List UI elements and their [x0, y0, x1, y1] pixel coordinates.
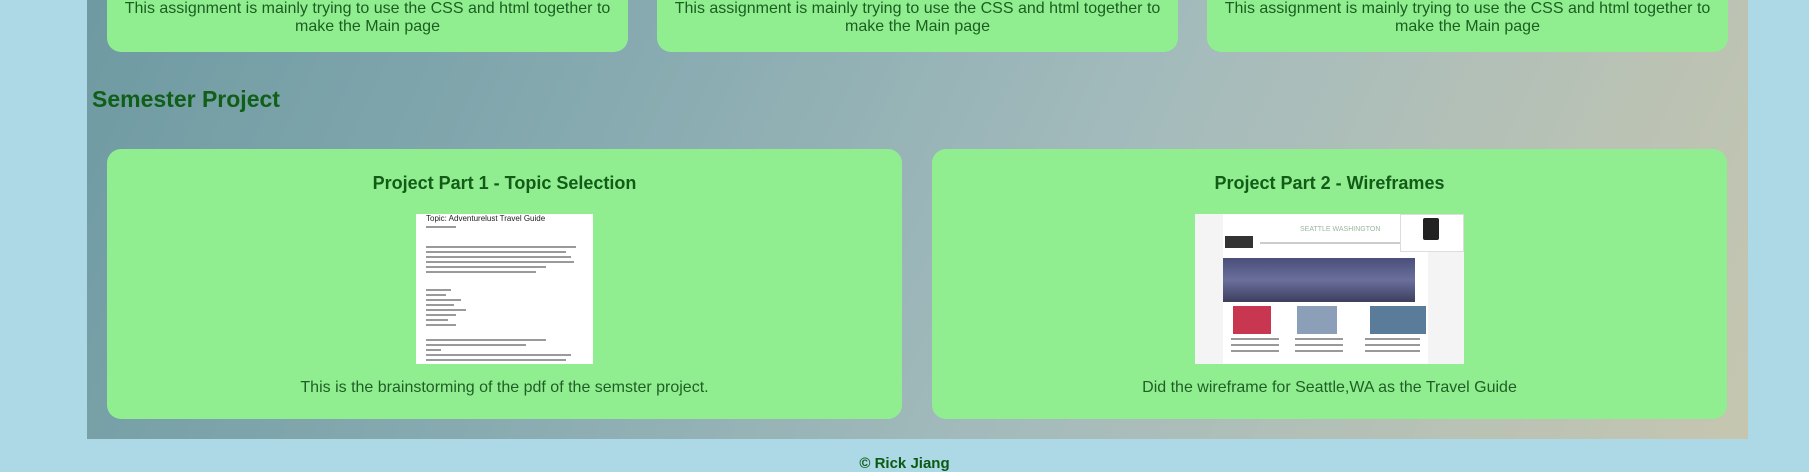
assignment-card-3: This assignment is mainly trying to use … [1207, 0, 1728, 52]
document-title: Topic: Adventurelust Travel Guide [426, 214, 546, 223]
assignment-text-line1: This assignment is mainly trying to use … [124, 0, 611, 17]
assignment-card-2: This assignment is mainly trying to use … [657, 0, 1178, 52]
assignment-text-line1: This assignment is mainly trying to use … [1224, 0, 1711, 17]
project-description: Did the wireframe for Seattle,WA as the … [1142, 379, 1517, 396]
assignment-card-1: This assignment is mainly trying to use … [107, 0, 628, 52]
assignment-text-line1: This assignment is mainly trying to use … [674, 0, 1161, 17]
project-thumbnail[interactable]: Topic: Adventurelust Travel Guide [416, 214, 593, 364]
assignment-text-line2: make the Main page [845, 18, 990, 35]
assignment-text-line2: make the Main page [1395, 18, 1540, 35]
project-description: This is the brainstorming of the pdf of … [300, 379, 709, 396]
project-title: Project Part 2 - Wireframes [1214, 173, 1445, 193]
project-title: Project Part 1 - Topic Selection [372, 173, 637, 193]
project-card-1: Project Part 1 - Topic Selection Topic: … [107, 149, 902, 419]
project-thumbnail[interactable]: SEATTLE WASHINGTON [1195, 214, 1464, 364]
footer-copyright: © Rick Jiang [859, 455, 950, 472]
section-title: Semester Project [92, 86, 280, 112]
project-card-2: Project Part 2 - Wireframes SEATTLE WASH… [932, 149, 1727, 419]
wireframe-title: SEATTLE WASHINGTON [1300, 226, 1381, 233]
assignment-text-line2: make the Main page [295, 18, 440, 35]
